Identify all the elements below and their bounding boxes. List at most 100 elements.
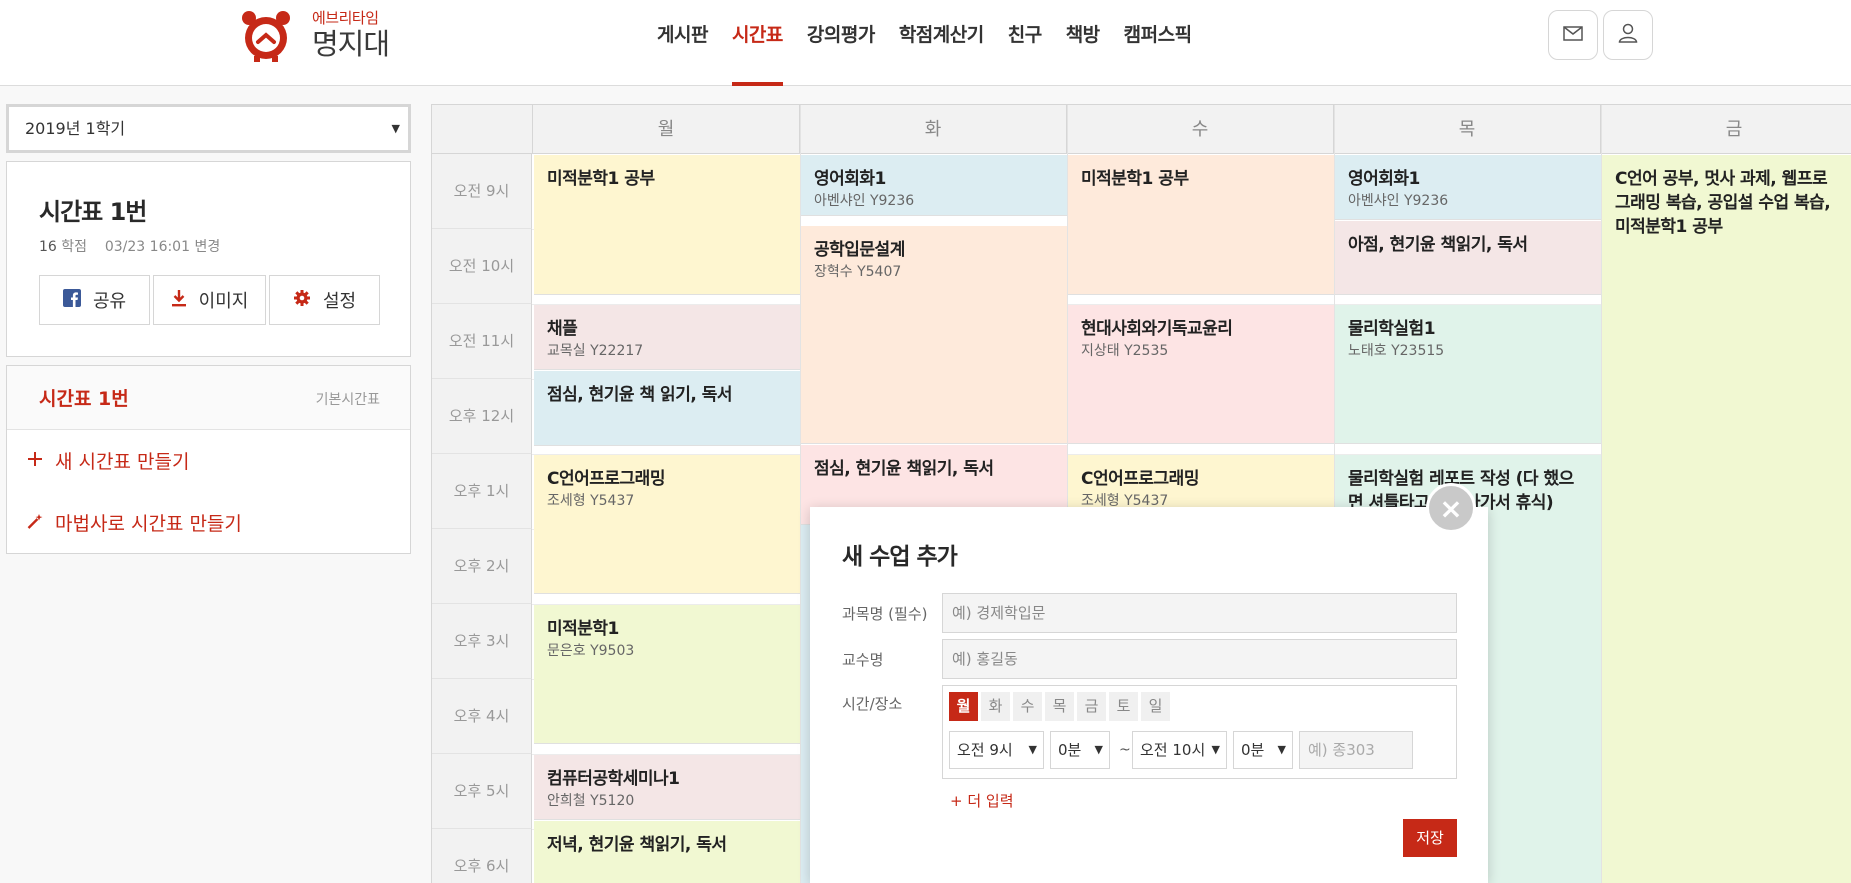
close-modal-button[interactable]: × [1426, 483, 1476, 533]
place-input[interactable]: 예) 종303 [1299, 731, 1413, 769]
time-label: 오후 6시 [432, 829, 532, 883]
time-place-box: 월 화 수 목 금 토 일 오전 9시 ▼ 0분 ▼ ~ 오전 10시 ▼ 0분 ▼ 예… [942, 685, 1457, 779]
class-block[interactable]: C언어 공부, 멋사 과제, 웹프로그래밍 복습, 공입설 수업 복습, 미적분… [1602, 155, 1851, 883]
class-title: C언어프로그래밍 [547, 469, 665, 489]
class-title: 현대사회와기독교윤리 [1081, 319, 1233, 339]
day-option-tue[interactable]: 화 [981, 692, 1010, 721]
course-name-input[interactable]: 예) 경제학입문 [942, 593, 1457, 633]
time-label: 오후 1시 [432, 454, 532, 529]
main-nav: 게시판 시간표 강의평가 학점계산기 친구 책방 캠퍼스픽 [645, 0, 1204, 86]
class-block[interactable]: 미적분학1 공부 [1068, 155, 1334, 295]
default-tag: 기본시간표 [315, 392, 380, 408]
share-button[interactable]: 공유 [39, 275, 150, 325]
class-title: 컴퓨터공학세미나1 [547, 769, 680, 789]
time-label: 오후 4시 [432, 679, 532, 754]
professor-label: 교수명 [842, 651, 884, 669]
nav-lecture-review[interactable]: 강의평가 [795, 0, 887, 86]
class-block[interactable]: 영어회화1 아벤샤인 Y9236 [1335, 155, 1601, 220]
new-timetable-link[interactable]: 새 시간표 만들기 [27, 447, 189, 474]
professor-input[interactable]: 예) 홍길동 [942, 639, 1457, 679]
close-icon: × [1439, 491, 1463, 525]
end-minute-select[interactable]: 0분 ▼ [1233, 731, 1293, 769]
wizard-timetable-link[interactable]: 마법사로 시간표 만들기 [27, 509, 242, 536]
download-icon [171, 289, 187, 312]
alarm-clock-icon [240, 8, 292, 62]
save-button[interactable]: 저장 [1403, 819, 1457, 857]
class-block[interactable]: 공학입문설계 장혁수 Y5407 [801, 226, 1067, 444]
class-title: 영어회화1 [1348, 169, 1420, 189]
class-title: 미적분학1 [547, 619, 619, 639]
day-option-sun[interactable]: 일 [1141, 692, 1170, 721]
class-block[interactable]: 점심, 현기윤 책 읽기, 독서 [534, 371, 800, 446]
logo-title: 명지대 [312, 27, 390, 61]
class-title: 점심, 현기윤 책읽기, 독서 [814, 459, 994, 479]
nav-grade-calculator[interactable]: 학점계산기 [887, 0, 996, 86]
class-block[interactable]: C언어프로그래밍 조세형 Y5437 [534, 455, 800, 594]
semester-select[interactable]: 2019년 1학기 ▼ [6, 104, 411, 153]
user-icon [1618, 23, 1638, 47]
class-title: 영어회화1 [814, 169, 886, 189]
add-more-link[interactable]: + 더 입력 [950, 790, 1014, 811]
class-block[interactable]: 현대사회와기독교윤리 지상태 Y2535 [1068, 305, 1334, 444]
course-label: 과목명 (필수) [842, 605, 928, 623]
class-block[interactable]: 물리학실험1 노태호 Y23515 [1335, 305, 1601, 444]
day-header-fri: 금 [1601, 105, 1851, 154]
add-class-modal: 새 수업 추가 과목명 (필수) 예) 경제학입문 교수명 예) 홍길동 시간/… [810, 507, 1488, 883]
day-header-thu: 목 [1334, 105, 1601, 154]
nav-campuspick[interactable]: 캠퍼스픽 [1112, 0, 1204, 86]
logo[interactable]: 에브리타임 명지대 [240, 8, 390, 62]
class-block[interactable]: 채플 교목실 Y22217 [534, 305, 800, 370]
class-title: 물리학실험1 [1348, 319, 1436, 339]
class-block[interactable]: 저녁, 현기윤 책읽기, 독서 [534, 821, 800, 883]
logo-subtitle: 에브리타임 [312, 9, 379, 27]
class-info: 조세형 Y5437 [547, 493, 635, 509]
class-block[interactable]: 영어회화1 아벤샤인 Y9236 [801, 155, 1067, 216]
day-option-mon[interactable]: 월 [949, 692, 978, 721]
settings-button[interactable]: 설정 [269, 275, 380, 325]
timetable-list-item[interactable]: 시간표 1번 기본시간표 [7, 366, 410, 430]
day-option-thu[interactable]: 목 [1045, 692, 1074, 721]
day-option-wed[interactable]: 수 [1013, 692, 1042, 721]
day-header-tue: 화 [800, 105, 1067, 154]
time-label: 오후 3시 [432, 604, 532, 679]
nav-bookstore[interactable]: 책방 [1054, 0, 1112, 86]
modal-title: 새 수업 추가 [842, 544, 958, 570]
start-hour-select[interactable]: 오전 9시 ▼ [949, 731, 1044, 769]
caret-down-icon: ▼ [1094, 743, 1103, 756]
class-block[interactable]: 미적분학1 문은호 Y9503 [534, 605, 800, 744]
nav-board[interactable]: 게시판 [645, 0, 720, 86]
class-block[interactable]: 아점, 현기윤 책읽기, 독서 [1335, 221, 1601, 295]
time-column-header [432, 105, 533, 154]
end-hour-value: 오전 10시 [1140, 741, 1206, 759]
timetable-title: 시간표 1번 [39, 198, 147, 226]
envelope-icon [1563, 25, 1583, 45]
facebook-icon [62, 288, 81, 312]
time-label: 오후 2시 [432, 529, 532, 604]
time-label: 오후 5시 [432, 754, 532, 829]
image-label: 이미지 [198, 291, 249, 312]
class-title: 미적분학1 공부 [547, 169, 655, 189]
class-title: 아점, 현기윤 책읽기, 독서 [1348, 235, 1528, 255]
start-minute-select[interactable]: 0분 ▼ [1050, 731, 1110, 769]
nav-timetable[interactable]: 시간표 [720, 0, 795, 86]
add-more-label: 더 입력 [967, 792, 1014, 810]
time-label: 오전 11시 [432, 304, 532, 379]
day-option-fri[interactable]: 금 [1077, 692, 1106, 721]
class-info: 문은호 Y9503 [547, 643, 635, 659]
class-title: 채플 [547, 319, 578, 339]
class-block[interactable]: 미적분학1 공부 [534, 155, 800, 295]
caret-down-icon: ▼ [1277, 743, 1286, 756]
day-option-sat[interactable]: 토 [1109, 692, 1138, 721]
class-title: C언어프로그래밍 [1081, 469, 1199, 489]
end-hour-select[interactable]: 오전 10시 ▼ [1132, 731, 1227, 769]
messages-button[interactable] [1548, 10, 1598, 60]
credits-value: 16 [39, 239, 57, 255]
class-block[interactable]: 컴퓨터공학세미나1 안희철 Y5120 [534, 755, 800, 820]
gear-icon [293, 289, 311, 312]
class-title: 미적분학1 공부 [1081, 169, 1189, 189]
image-download-button[interactable]: 이미지 [153, 275, 266, 325]
credits-unit: 학점 [61, 239, 88, 255]
caret-down-icon: ▼ [391, 122, 400, 135]
profile-button[interactable] [1603, 10, 1653, 60]
nav-friends[interactable]: 친구 [996, 0, 1054, 86]
